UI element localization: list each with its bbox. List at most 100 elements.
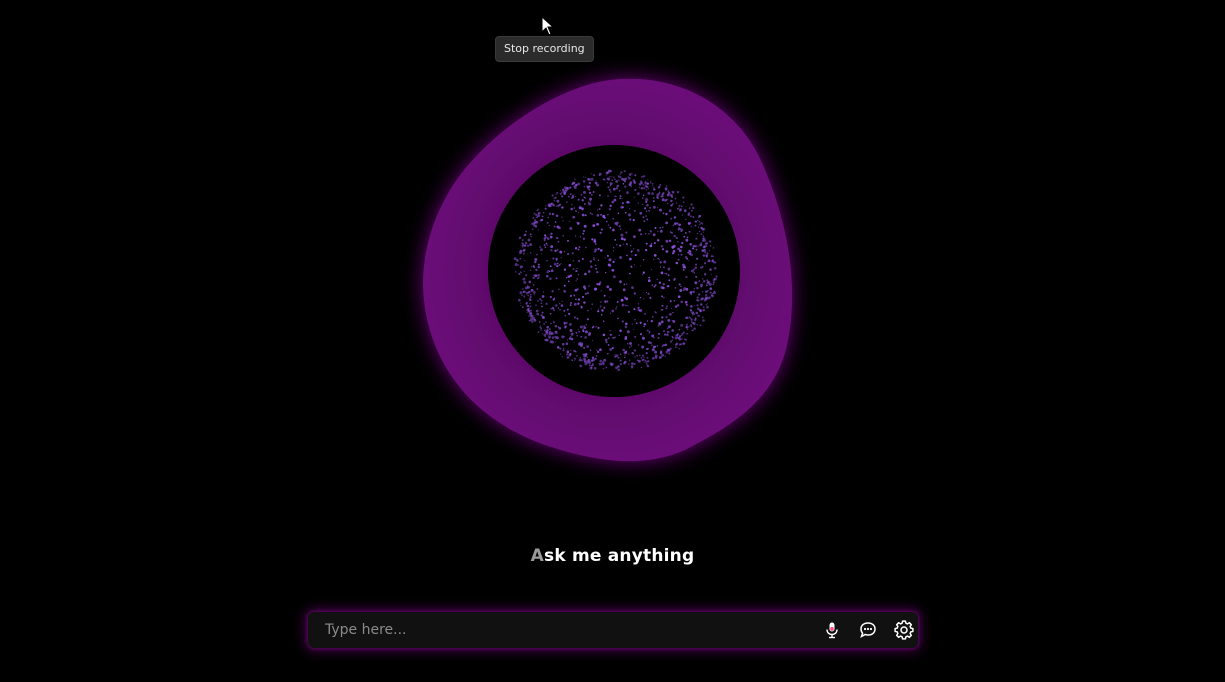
particle <box>680 323 684 327</box>
particle <box>600 314 603 316</box>
particle <box>687 251 690 254</box>
particle <box>664 272 666 274</box>
particle <box>688 230 691 233</box>
particle <box>600 213 603 216</box>
particle <box>615 308 617 310</box>
particle <box>543 239 546 242</box>
particle <box>559 250 563 254</box>
particle <box>529 302 531 304</box>
voice-orb[interactable] <box>395 55 825 485</box>
particle <box>645 242 648 245</box>
particle <box>656 345 659 347</box>
particle <box>576 334 578 337</box>
particle <box>576 354 578 357</box>
particle <box>570 207 573 211</box>
particle <box>688 316 690 318</box>
particle <box>578 342 582 346</box>
particle <box>676 191 679 194</box>
particle <box>573 316 576 319</box>
particle <box>646 218 649 221</box>
microphone-button[interactable] <box>822 620 842 640</box>
particle <box>569 352 572 355</box>
particle <box>659 266 661 268</box>
chat-button[interactable] <box>858 620 878 640</box>
particle <box>694 281 698 285</box>
particle <box>657 230 659 232</box>
particle <box>674 346 677 348</box>
particle <box>700 298 703 301</box>
particle <box>615 195 617 197</box>
particle <box>574 246 578 250</box>
particle <box>674 222 677 225</box>
particle <box>703 246 706 248</box>
particle <box>674 197 677 200</box>
particle <box>691 329 693 332</box>
particle <box>629 342 632 345</box>
particle <box>712 255 715 257</box>
particle <box>583 346 586 349</box>
particle <box>661 193 664 195</box>
particle <box>696 232 699 235</box>
particle <box>608 188 611 191</box>
particle <box>653 254 657 257</box>
particle <box>564 186 568 190</box>
particle <box>634 174 637 177</box>
particle <box>541 215 544 218</box>
particle <box>631 323 633 325</box>
message-input[interactable] <box>308 612 808 648</box>
particle <box>577 302 580 305</box>
particle <box>529 305 532 308</box>
particle <box>609 182 613 185</box>
particle <box>609 226 612 229</box>
particle <box>529 233 532 236</box>
particle <box>700 233 703 236</box>
particle <box>637 192 640 195</box>
particle <box>658 259 660 261</box>
settings-button[interactable] <box>894 620 914 640</box>
particle <box>660 309 662 311</box>
particle <box>705 242 709 245</box>
particle <box>680 300 684 304</box>
particle <box>648 331 651 333</box>
particle <box>550 245 554 249</box>
particle <box>556 199 560 203</box>
particle <box>620 233 624 237</box>
particle <box>671 329 675 332</box>
particle <box>639 296 642 299</box>
particle <box>638 354 641 357</box>
particle <box>521 244 523 247</box>
particle <box>672 191 675 194</box>
chat-input-bar <box>308 612 918 648</box>
particle <box>685 338 687 341</box>
particle <box>608 169 612 173</box>
particle <box>621 197 623 200</box>
particle <box>666 327 669 330</box>
particle <box>614 354 616 356</box>
particle <box>680 245 683 249</box>
particle <box>707 289 709 292</box>
particle <box>711 260 714 263</box>
particle <box>628 359 631 361</box>
particle <box>564 325 567 328</box>
particle <box>583 203 586 205</box>
particle <box>672 252 675 255</box>
particle <box>670 199 673 203</box>
particle <box>678 348 680 350</box>
particle <box>623 238 626 241</box>
particle <box>603 358 607 362</box>
particle <box>589 212 592 214</box>
particle <box>527 238 531 242</box>
particle <box>642 259 645 261</box>
particle <box>616 221 619 225</box>
particle <box>699 243 703 247</box>
particle <box>644 181 648 185</box>
particle <box>588 202 592 206</box>
particle <box>646 320 649 322</box>
particle <box>621 202 624 205</box>
particle <box>681 338 683 340</box>
particle <box>709 291 712 294</box>
particle <box>706 256 708 258</box>
particle <box>688 207 691 210</box>
particle <box>613 247 615 249</box>
particle <box>532 276 535 280</box>
